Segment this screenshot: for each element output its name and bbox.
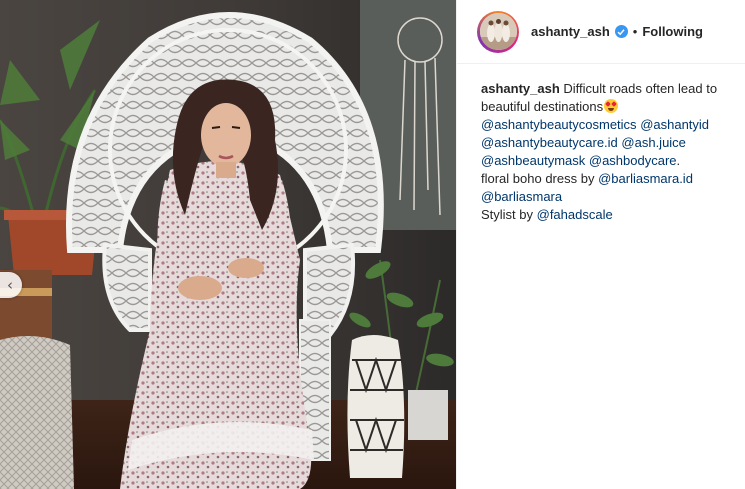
post-side-panel: ashanty_ash • Following ashanty_ash Diff…	[456, 0, 745, 489]
post-photo[interactable]: ‹	[0, 0, 456, 489]
post-caption: ashanty_ash Difficult roads often lead t…	[457, 64, 745, 224]
caption-dress-text: floral boho dress by	[481, 171, 599, 186]
mention-link[interactable]: @fahadscale	[537, 207, 613, 222]
mention-link[interactable]: @barliasmara	[481, 189, 562, 204]
avatar-story-ring[interactable]	[477, 10, 519, 53]
instagram-post: ‹ ashanty_ash • Following ashanty_ash Di…	[0, 0, 745, 489]
header-separator: •	[632, 24, 638, 39]
post-header: ashanty_ash • Following	[457, 0, 745, 64]
mention-link[interactable]: @ashbeautymask	[481, 153, 585, 168]
avatar-image	[479, 13, 517, 50]
author-username[interactable]: ashanty_ash	[531, 24, 610, 39]
star-struck-emoji-icon	[604, 99, 619, 113]
post-image	[0, 0, 456, 489]
mention-link[interactable]: @barliasmara.id	[598, 171, 693, 186]
verified-badge-icon	[614, 25, 628, 38]
caption-username[interactable]: ashanty_ash	[481, 81, 560, 96]
mention-link[interactable]: @ashantybeautycosmetics	[481, 117, 637, 132]
caption-stylist-text: Stylist by	[481, 207, 537, 222]
mention-link[interactable]: @ashantybeautycare.id	[481, 135, 618, 150]
mention-link[interactable]: @ash.juice	[621, 135, 686, 150]
chevron-left-icon: ‹	[7, 275, 13, 294]
following-button[interactable]: Following	[642, 24, 703, 39]
caption-period: .	[676, 153, 681, 168]
mention-link[interactable]: @ashbodycare	[589, 153, 677, 168]
avatar	[479, 13, 517, 50]
mention-link[interactable]: @ashantyid	[640, 117, 709, 132]
